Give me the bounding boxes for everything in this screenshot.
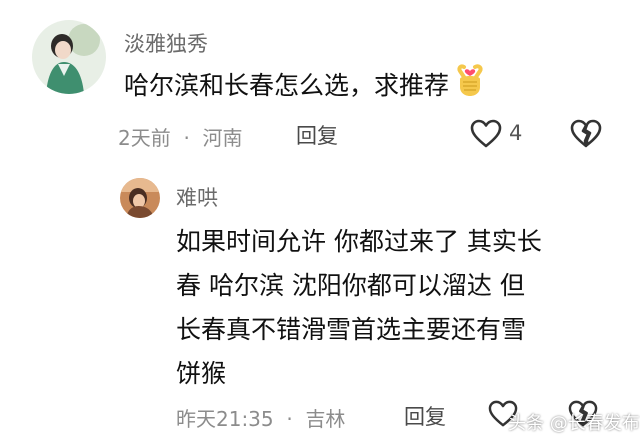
- broken-heart-icon[interactable]: [570, 119, 602, 153]
- like-count: 4: [509, 121, 523, 145]
- commenter-name[interactable]: 淡雅独秀: [124, 28, 208, 58]
- reply-line: 春 哈尔滨 沈阳你都可以溜达 但: [176, 271, 525, 300]
- reply-line: 长春真不错滑雪首选主要还有雪: [176, 315, 527, 344]
- comment-location: 河南: [202, 126, 243, 150]
- comment-body: 哈尔滨和长春怎么选，求推荐: [124, 71, 450, 100]
- toutiao-watermark: 头条 @长春发布: [508, 413, 640, 434]
- reply-reply-button[interactable]: 回复: [404, 401, 446, 431]
- reply-meta: 昨天21:35 · 吉林: [176, 403, 345, 432]
- reply-text: 如果时间允许 你都过来了 其实长 春 哈尔滨 沈阳你都可以溜达 但 长春真不错滑…: [176, 220, 542, 396]
- meta-separator: ·: [280, 407, 300, 431]
- meta-separator: ·: [177, 126, 197, 150]
- commenter-avatar[interactable]: [32, 20, 106, 94]
- comment-meta: 2天前 · 河南: [118, 122, 243, 151]
- replier-avatar[interactable]: [120, 178, 160, 218]
- comment-text: 哈尔滨和长春怎么选，求推荐: [124, 63, 485, 111]
- reply-line: 如果时间允许 你都过来了 其实长: [176, 227, 542, 256]
- comment-time: 2天前: [118, 126, 171, 150]
- like-heart-icon[interactable]: [470, 119, 502, 153]
- reply-time: 昨天21:35: [176, 407, 274, 431]
- reply-line: 饼猴: [176, 359, 227, 388]
- reply-location: 吉林: [305, 407, 346, 431]
- finger-heart-emoji-icon: [455, 63, 485, 111]
- replier-name[interactable]: 难哄: [176, 182, 218, 212]
- comment-reply-button[interactable]: 回复: [296, 120, 338, 150]
